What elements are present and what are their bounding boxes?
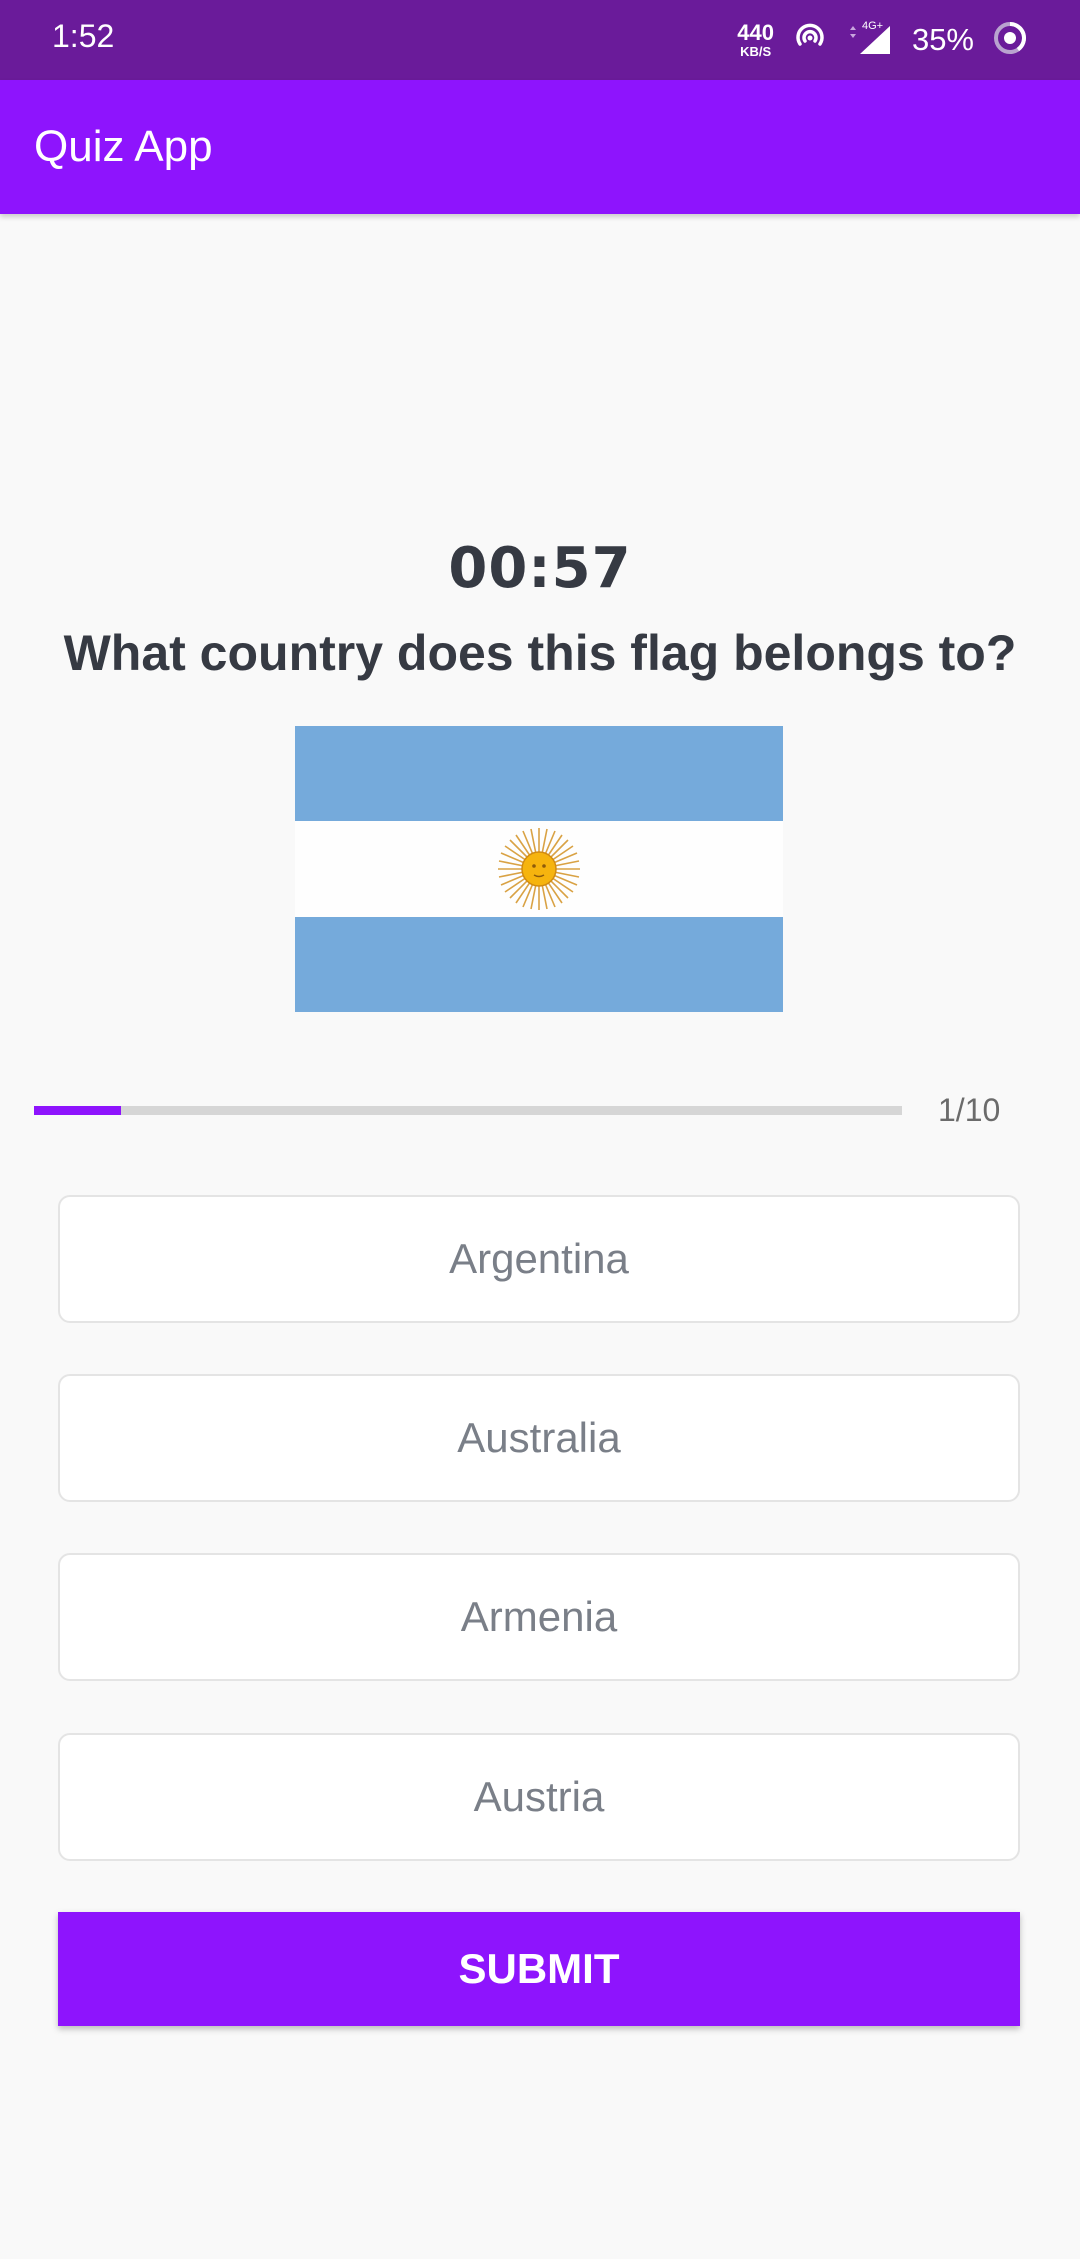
status-bar: 1:52 440 KB/S 4G+ 35% [0, 0, 1080, 80]
option-armenia[interactable]: Armenia [58, 1553, 1020, 1681]
network-speed-value: 440 [737, 20, 774, 45]
status-time: 1:52 [52, 18, 115, 54]
network-type-label: 4G+ [862, 20, 883, 32]
app-title: Quiz App [34, 122, 213, 171]
network-speed-unit: KB/S [740, 44, 772, 59]
progress-bar [34, 1106, 902, 1115]
progress-label: 1/10 [938, 1092, 1001, 1128]
hotspot-icon [792, 20, 828, 61]
progress-bar-fill [34, 1106, 121, 1115]
option-argentina[interactable]: Argentina [58, 1195, 1020, 1323]
option-austria[interactable]: Austria [58, 1733, 1020, 1861]
argentina-flag-image [295, 726, 783, 1012]
submit-button[interactable]: SUBMIT [58, 1912, 1020, 2026]
battery-icon [992, 20, 1028, 61]
question-text: What country does this flag belongs to? [63, 625, 1017, 681]
cellular-signal-icon: 4G+ [846, 18, 894, 63]
battery-percent: 35% [911, 22, 974, 57]
option-australia[interactable]: Australia [58, 1374, 1020, 1502]
sun-of-may-icon [498, 828, 580, 910]
countdown-timer: 00:57 [448, 536, 632, 601]
network-speed: 440 KB/S [737, 20, 774, 59]
status-icons: 440 KB/S 4G+ 35% [737, 14, 1028, 66]
app-bar: Quiz App [0, 80, 1080, 214]
